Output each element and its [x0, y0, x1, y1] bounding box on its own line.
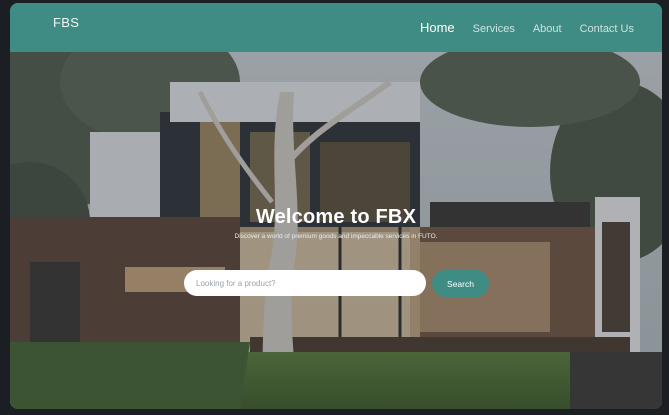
hero-section: Welcome to FBX Discover a world of premi…	[10, 52, 662, 409]
nav-contact-link[interactable]: Contact Us	[580, 23, 634, 35]
hero-subtitle: Discover a world of premium goods and im…	[234, 233, 438, 240]
nav-home-link[interactable]: Home	[420, 20, 455, 35]
search-button[interactable]: Search	[432, 270, 489, 297]
search-input[interactable]	[184, 270, 426, 296]
hero-title: Welcome to FBX	[255, 206, 417, 228]
nav-links: Home Services About Contact Us	[420, 20, 634, 35]
brand-logo[interactable]: FBS	[53, 15, 79, 30]
nav-services-link[interactable]: Services	[473, 23, 515, 35]
app-window: FBS Home Services About Contact Us Welco…	[10, 3, 662, 409]
search-form: Search	[184, 270, 489, 297]
navbar: FBS Home Services About Contact Us	[10, 3, 662, 52]
hero-content: Welcome to FBX Discover a world of premi…	[10, 206, 662, 240]
nav-about-link[interactable]: About	[533, 23, 562, 35]
